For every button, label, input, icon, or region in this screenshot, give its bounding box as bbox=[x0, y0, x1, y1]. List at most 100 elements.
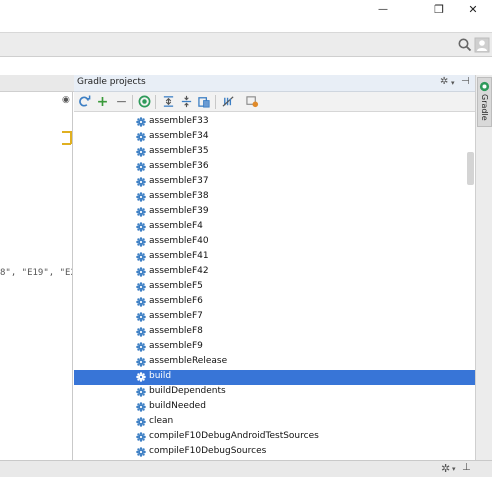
task-item[interactable]: buildNeeded bbox=[74, 400, 475, 415]
task-label: assembleF33 bbox=[149, 116, 209, 126]
gear-icon bbox=[136, 132, 146, 142]
close-button[interactable]: ✕ bbox=[458, 0, 488, 18]
task-item[interactable]: assembleF42 bbox=[74, 265, 475, 280]
restore-button[interactable]: ❐ bbox=[424, 0, 454, 18]
task-label: assembleF7 bbox=[149, 311, 203, 321]
task-item[interactable]: assembleF5 bbox=[74, 280, 475, 295]
task-item[interactable]: clean bbox=[74, 415, 475, 430]
task-label: assembleRelease bbox=[149, 356, 228, 366]
task-label: buildNeeded bbox=[149, 401, 206, 411]
dropdown-arrow-icon[interactable]: ▾ bbox=[452, 465, 456, 473]
run-task-button[interactable] bbox=[137, 94, 152, 109]
eye-icon[interactable]: ◉ bbox=[62, 95, 70, 105]
dropdown-arrow-icon[interactable]: ▾ bbox=[451, 79, 455, 87]
gear-icon[interactable]: ✲ bbox=[441, 462, 450, 475]
gear-icon bbox=[136, 177, 146, 187]
refresh-button[interactable] bbox=[77, 94, 92, 109]
task-item[interactable]: assembleF40 bbox=[74, 235, 475, 250]
task-label: assembleF5 bbox=[149, 281, 203, 291]
task-item[interactable]: assembleF7 bbox=[74, 310, 475, 325]
panel-title: Gradle projects bbox=[77, 77, 146, 87]
hide-panel-icon[interactable]: ⊣ bbox=[461, 76, 470, 87]
title-bar: — ❐ ✕ bbox=[0, 0, 492, 18]
task-item[interactable]: buildDependents bbox=[74, 385, 475, 400]
task-item[interactable]: assembleF39 bbox=[74, 205, 475, 220]
collapse-all-button[interactable] bbox=[179, 94, 194, 109]
task-item[interactable]: assembleF36 bbox=[74, 160, 475, 175]
execute-task-icon bbox=[138, 95, 151, 108]
search-everywhere-button[interactable] bbox=[457, 37, 473, 53]
task-item[interactable]: assembleF4 bbox=[74, 220, 475, 235]
task-item[interactable]: assembleF38 bbox=[74, 190, 475, 205]
main-toolbar bbox=[0, 32, 492, 57]
gear-icon bbox=[136, 387, 146, 397]
gradle-tool-tab[interactable]: Gradle bbox=[477, 77, 492, 127]
task-item[interactable]: assembleF37 bbox=[74, 175, 475, 190]
gear-icon bbox=[136, 342, 146, 352]
gear-icon bbox=[136, 297, 146, 307]
task-item[interactable]: assembleRelease bbox=[74, 355, 475, 370]
gradle-panel-header: Gradle projects ✲ ▾ ⊣ bbox=[74, 75, 475, 92]
minus-icon: − bbox=[115, 93, 128, 110]
task-label: assembleF40 bbox=[149, 236, 209, 246]
gear-icon bbox=[136, 237, 146, 247]
toggle-offline-button[interactable] bbox=[221, 94, 236, 109]
attach-project-button[interactable] bbox=[197, 94, 212, 109]
task-item[interactable]: build bbox=[74, 370, 475, 385]
task-label: assembleF37 bbox=[149, 176, 209, 186]
task-item[interactable]: assembleF35 bbox=[74, 145, 475, 160]
task-item[interactable]: compileF10DebugAndroidTestSources bbox=[74, 430, 475, 445]
offline-mode-icon bbox=[222, 96, 234, 107]
gear-icon bbox=[136, 327, 146, 337]
task-label: assembleF8 bbox=[149, 326, 203, 336]
plus-icon: + bbox=[96, 93, 109, 110]
gear-icon bbox=[136, 432, 146, 442]
gear-icon bbox=[136, 147, 146, 157]
task-item[interactable]: assembleF6 bbox=[74, 295, 475, 310]
task-label: assembleF39 bbox=[149, 206, 209, 216]
gear-icon bbox=[136, 222, 146, 232]
task-label: compileF10DebugSources bbox=[149, 446, 267, 456]
vertical-scrollbar[interactable] bbox=[467, 152, 474, 185]
minimize-button[interactable]: — bbox=[368, 0, 398, 18]
task-item[interactable]: assembleF33 bbox=[74, 115, 475, 130]
right-tool-strip: Gradle bbox=[475, 75, 492, 460]
task-item[interactable]: assembleF8 bbox=[74, 325, 475, 340]
task-label: assembleF41 bbox=[149, 251, 209, 261]
gear-icon bbox=[136, 447, 146, 457]
task-item[interactable]: assembleF9 bbox=[74, 340, 475, 355]
refresh-icon bbox=[79, 95, 91, 107]
task-item[interactable]: compileF10DebugSources bbox=[74, 445, 475, 460]
gear-icon bbox=[136, 372, 146, 382]
gear-icon bbox=[136, 207, 146, 217]
restore-icon: ❐ bbox=[434, 2, 444, 16]
gear-icon bbox=[136, 267, 146, 277]
expand-all-button[interactable] bbox=[161, 94, 176, 109]
task-label: assembleF35 bbox=[149, 146, 209, 156]
task-item[interactable]: assembleF41 bbox=[74, 250, 475, 265]
task-label: assembleF38 bbox=[149, 191, 209, 201]
gradle-task-tree: assembleF33 assembleF34 assembleF35 assembl… bbox=[74, 112, 475, 460]
task-label: clean bbox=[149, 416, 174, 426]
task-label: assembleF9 bbox=[149, 341, 203, 351]
code-editor[interactable]: ◉ 8", "E19", "E2 bbox=[0, 92, 73, 460]
task-label: build bbox=[149, 371, 172, 381]
task-label: assembleF6 bbox=[149, 296, 203, 306]
user-button[interactable] bbox=[474, 37, 490, 53]
gear-icon bbox=[136, 402, 146, 412]
hide-bottom-panel-icon[interactable]: ⊥ bbox=[462, 462, 471, 473]
gear-icon[interactable]: ✲ bbox=[440, 76, 448, 87]
settings-button[interactable] bbox=[245, 94, 260, 109]
remove-button[interactable]: − bbox=[114, 93, 129, 110]
task-label: assembleF42 bbox=[149, 266, 209, 276]
code-line: 8", "E19", "E2 bbox=[0, 268, 73, 278]
add-button[interactable]: + bbox=[95, 93, 110, 110]
gear-icon bbox=[136, 417, 146, 427]
minimize-icon: — bbox=[378, 3, 388, 15]
task-item[interactable]: assembleF34 bbox=[74, 130, 475, 145]
editor-tab-header bbox=[0, 75, 74, 92]
user-icon bbox=[474, 37, 490, 53]
toolbar-separator bbox=[155, 95, 156, 109]
gear-icon bbox=[136, 312, 146, 322]
task-label: assembleF4 bbox=[149, 221, 203, 231]
